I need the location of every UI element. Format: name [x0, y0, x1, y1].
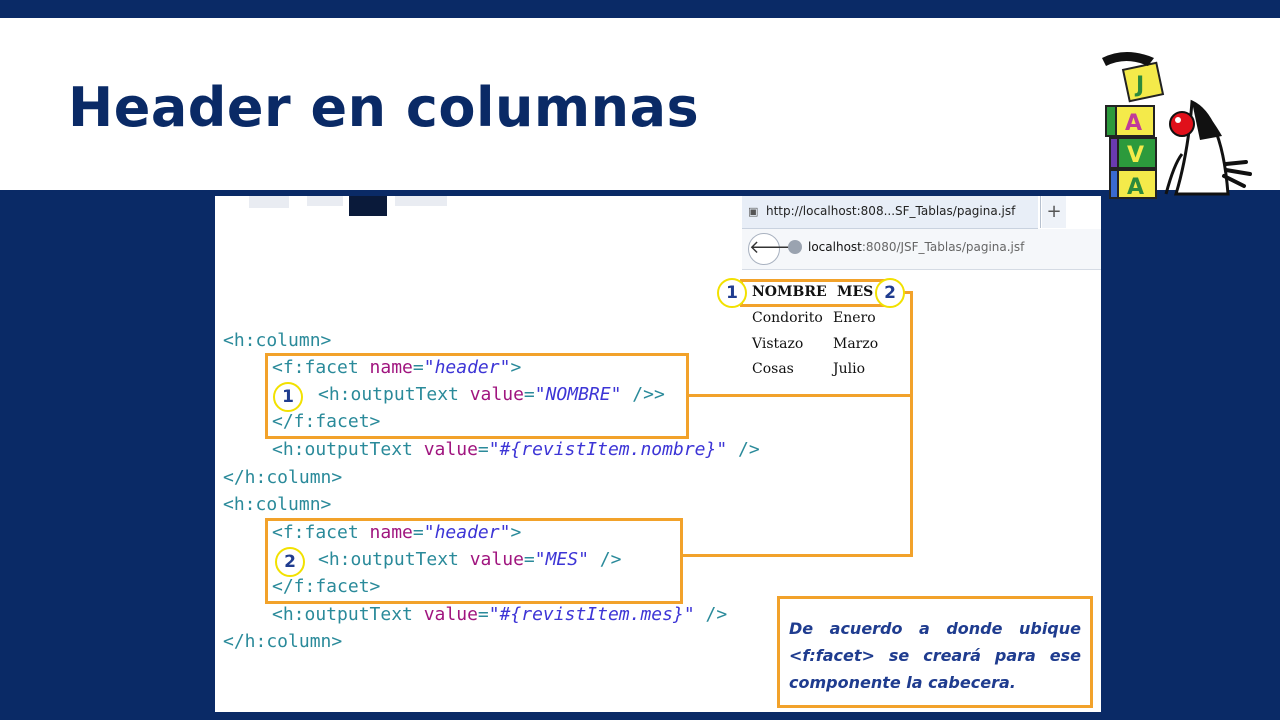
tab-separator: [1040, 196, 1041, 228]
url-path: :8080/JSF_Tablas/pagina.jsf: [861, 240, 1025, 254]
content-panel: ▣ http://localhost:808...SF_Tablas/pagin…: [215, 196, 1101, 712]
browser-tab[interactable]: ▣ http://localhost:808...SF_Tablas/pagin…: [742, 196, 1041, 229]
address-bar[interactable]: 🡐 localhost:8080/JSF_Tablas/pagina.jsf: [742, 229, 1101, 270]
code-line: </h:column>: [223, 467, 343, 488]
code-line: <h:outputText value="#{revistItem.nombre…: [272, 439, 760, 460]
cropped-fragment: [249, 196, 289, 208]
browser-tab-title: http://localhost:808...SF_Tablas/pagina.…: [766, 204, 1016, 218]
java-duke-logo-icon: J A V A: [1102, 52, 1252, 200]
connector-line: [687, 394, 913, 397]
code-line: </h:column>: [223, 631, 343, 652]
globe-icon: [788, 240, 802, 254]
marker-1-table: 1: [717, 278, 747, 308]
new-tab-button[interactable]: +: [1042, 196, 1066, 228]
code-line: </f:facet>: [272, 411, 381, 432]
code-line: <h:outputText value="NOMBRE" />>: [318, 384, 665, 405]
slide-title: Header en columnas: [68, 76, 700, 139]
table-cell: Julio: [833, 361, 866, 377]
svg-text:V: V: [1127, 143, 1144, 168]
code-line: <h:column>: [223, 494, 332, 515]
explanation-note-text: De acuerdo a donde ubique <f:facet> se c…: [789, 619, 1081, 692]
code-line: <h:column>: [223, 330, 331, 351]
svg-text:A: A: [1127, 175, 1144, 200]
table-cell: Cosas: [752, 361, 794, 377]
svg-text:J: J: [1134, 73, 1144, 98]
table-cell: Vistazo: [752, 336, 804, 352]
code-line: <f:facet name="header">: [272, 357, 522, 378]
table-cell: Marzo: [833, 336, 879, 352]
connector-line: [681, 554, 913, 557]
url-field[interactable]: localhost:8080/JSF_Tablas/pagina.jsf: [808, 240, 1024, 254]
slide-header: Header en columnas J A V A: [0, 18, 1280, 200]
svg-text:A: A: [1125, 111, 1142, 136]
marker-2-table: 2: [875, 278, 905, 308]
cropped-fragment: [395, 196, 447, 206]
code-line: </f:facet>: [272, 576, 381, 597]
table-header-highlight: [740, 279, 896, 307]
code-line: <f:facet name="header">: [272, 522, 522, 543]
cropped-fragment: [349, 196, 387, 216]
code-line: <h:outputText value="#{revistItem.mes}" …: [272, 604, 728, 625]
marker-2: 2: [275, 547, 305, 577]
cropped-fragment: [307, 196, 343, 206]
code-line: <h:outputText value="MES" />: [318, 549, 622, 570]
explanation-note: De acuerdo a donde ubique <f:facet> se c…: [777, 596, 1093, 708]
top-bar: [0, 0, 1280, 18]
marker-1: 1: [273, 382, 303, 412]
page-favicon-icon: ▣: [748, 205, 759, 218]
connector-line: [910, 291, 913, 556]
table-cell: Condorito: [752, 310, 823, 326]
back-button[interactable]: 🡐: [748, 233, 797, 265]
url-host: localhost: [808, 240, 862, 254]
table-cell: Enero: [833, 310, 876, 326]
code-tag: <h:column>: [223, 330, 332, 351]
